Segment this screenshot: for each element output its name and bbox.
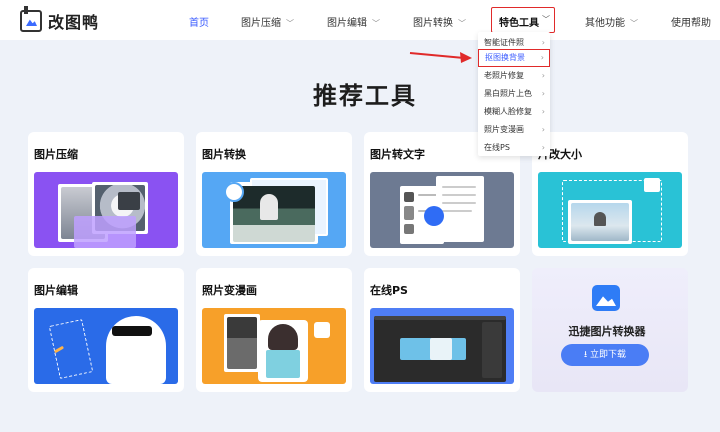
menu-item-old-photo-repair[interactable]: 老照片修复 › [478, 67, 550, 85]
tool-card-image-edit[interactable]: 图片编辑 [28, 268, 184, 392]
menu-item-label: 黑白照片上色 [484, 89, 532, 98]
card-title: 在线PS [370, 284, 408, 297]
menu-item-face-repair[interactable]: 模糊人脸修复 › [478, 103, 550, 121]
chevron-down-icon: ﹀ [458, 19, 466, 28]
download-button[interactable]: ⭳ 立即下载 [561, 344, 649, 366]
chevron-right-icon: › [541, 125, 545, 134]
chevron-right-icon: › [541, 71, 545, 80]
card-title: 图片压缩 [34, 148, 78, 161]
nav-label: 特色工具 [499, 18, 539, 29]
card-thumbnail [34, 172, 178, 248]
nav-label: 图片压缩 [241, 18, 281, 29]
top-navbar: 改图鸭 首页 图片压缩 ﹀ 图片编辑 ﹀ 图片转换 ﹀ 特色工具 ﹀ 其他功能 ﹀ 使用… [0, 0, 720, 40]
brand-logo[interactable]: 改图鸭 [20, 6, 100, 33]
nav-label: 图片转换 [413, 18, 453, 29]
menu-item-label: 老照片修复 [484, 71, 524, 80]
nav-label: 其他功能 [585, 18, 625, 29]
menu-item-photo-to-cartoon[interactable]: 照片变漫画 › [478, 121, 550, 139]
nav-label: 图片编辑 [327, 18, 367, 29]
image-icon [592, 285, 620, 311]
tool-card-photo-to-cartoon[interactable]: 照片变漫画 [196, 268, 352, 392]
nav-image-convert[interactable]: 图片转换 ﹀ [413, 14, 466, 29]
menu-item-label: 模糊人脸修复 [484, 107, 532, 116]
tool-card-image-compress[interactable]: 图片压缩 [28, 132, 184, 256]
card-thumbnail [34, 308, 178, 384]
menu-item-online-ps[interactable]: 在线PS › [478, 139, 550, 157]
card-title: 图片编辑 [34, 284, 78, 297]
tool-card-resize[interactable]: 片改大小 [532, 132, 688, 256]
nav-other-functions[interactable]: 其他功能 ﹀ [585, 14, 638, 29]
menu-item-colorize[interactable]: 黑白照片上色 › [478, 85, 550, 103]
nav-image-compress[interactable]: 图片压缩 ﹀ [241, 14, 294, 29]
chevron-down-icon: ﹀ [286, 19, 294, 28]
special-tools-dropdown: 智能证件照 › 抠图换背景 › 老照片修复 › 黑白照片上色 › 模糊人脸修复 › 照片变… [478, 32, 550, 156]
chevron-down-icon: ﹀ [542, 15, 550, 24]
menu-item-label: 在线PS [484, 143, 510, 152]
nav-label: 使用帮助 [671, 18, 711, 29]
refresh-icon [224, 182, 244, 202]
nav-special-tools[interactable]: 特色工具 ﹀ [491, 7, 555, 33]
card-title: 照片变漫画 [202, 284, 257, 297]
brand-name: 改图鸭 [48, 13, 100, 32]
chevron-right-icon: › [541, 107, 545, 116]
chevron-right-icon: › [541, 143, 545, 152]
download-icon: ⭳ [583, 350, 588, 360]
chevron-down-icon: ﹀ [372, 19, 380, 28]
nav-home-label: 首页 [189, 18, 209, 29]
menu-item-label: 照片变漫画 [484, 125, 524, 134]
promo-title: 迅捷图片转换器 [568, 325, 646, 338]
chevron-right-icon: › [540, 53, 544, 62]
menu-item-label: 抠图换背景 [485, 53, 525, 62]
chevron-down-icon: ﹀ [630, 19, 638, 28]
card-thumbnail [202, 172, 346, 248]
chevron-right-icon: › [541, 89, 545, 98]
menu-item-cutout-background[interactable]: 抠图换背景 › [478, 49, 550, 67]
card-thumbnail [370, 172, 514, 248]
nav-home[interactable]: 首页 [189, 14, 209, 29]
card-title: 图片转文字 [370, 148, 425, 161]
tool-card-image-convert[interactable]: 图片转换 [196, 132, 352, 256]
promo-card: 迅捷图片转换器 ⭳ 立即下载 [532, 268, 688, 392]
logo-icon [20, 6, 42, 32]
page-title: 推荐工具 [313, 82, 417, 110]
tool-card-online-ps[interactable]: 在线PS [364, 268, 520, 392]
expand-icon [644, 178, 660, 192]
red-arrow-icon [409, 52, 472, 63]
nav-image-edit[interactable]: 图片编辑 ﹀ [327, 14, 380, 29]
card-title: 图片转换 [202, 148, 246, 161]
nav-help[interactable]: 使用帮助 [671, 14, 711, 29]
download-button-label: 立即下载 [590, 350, 627, 360]
card-thumbnail [202, 308, 346, 384]
card-thumbnail [370, 308, 514, 384]
card-thumbnail [538, 172, 682, 248]
menu-item-label: 智能证件照 [484, 38, 524, 47]
